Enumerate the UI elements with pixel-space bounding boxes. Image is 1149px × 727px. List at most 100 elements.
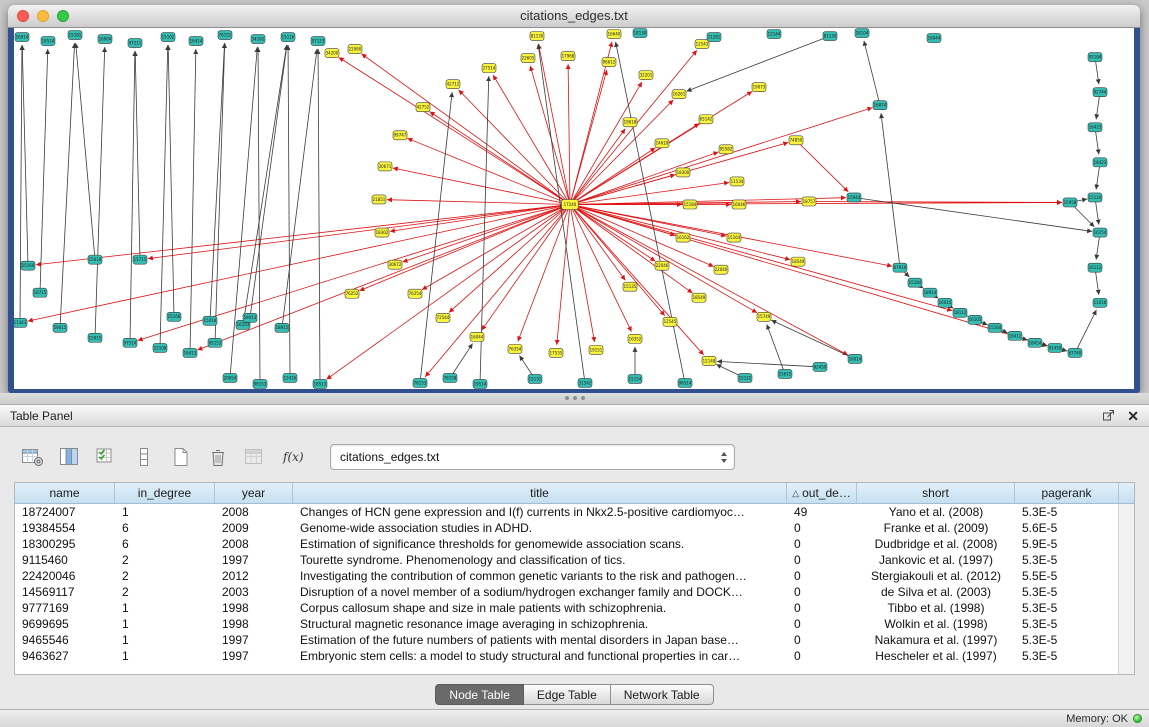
graph-node[interactable]: 16014	[848, 354, 862, 363]
graph-node[interactable]: 72544	[436, 313, 450, 322]
graph-node[interactable]: 15715	[133, 255, 147, 264]
graph-node[interactable]: 18915	[275, 323, 289, 332]
graph-node[interactable]: 16015	[938, 298, 952, 307]
graph-node[interactable]: 15164	[988, 323, 1002, 332]
table-scrollbar[interactable]	[1118, 504, 1134, 674]
graph-node[interactable]: 15184	[683, 200, 697, 209]
column-header-in_degree[interactable]: in_degree	[115, 483, 215, 503]
graph-node[interactable]: 15018	[203, 316, 217, 325]
graph-node[interactable]: 16413	[183, 348, 197, 357]
graph-node[interactable]: 96153	[253, 379, 267, 388]
network-canvas[interactable]: 1724016046151642204018549125451635219151…	[14, 28, 1134, 389]
graph-node[interactable]: 16261	[672, 90, 686, 99]
graph-node[interactable]: 16874	[873, 101, 887, 110]
graph-node[interactable]: 22046	[655, 261, 669, 270]
graph-node[interactable]: 42712	[446, 80, 460, 89]
graph-node[interactable]: 67919	[893, 263, 907, 272]
graph-node[interactable]: 12543	[695, 40, 709, 49]
graph-node[interactable]: 30671	[378, 162, 392, 171]
graph-node[interactable]: 20654	[223, 373, 237, 382]
graph-node[interactable]: 16640	[607, 30, 621, 39]
graph-node[interactable]: 15944	[847, 193, 861, 202]
new-table-button[interactable]	[166, 444, 196, 470]
graph-node[interactable]: 18513	[313, 379, 327, 388]
table-select-dropdown[interactable]: citations_edges.txt	[330, 444, 735, 470]
window-close-button[interactable]	[17, 10, 29, 22]
window-zoom-button[interactable]	[57, 10, 69, 22]
table-row[interactable]: 911546021997Tourette syndrome. Phenomeno…	[15, 552, 1119, 568]
graph-node[interactable]: 99747	[393, 131, 407, 140]
graph-node[interactable]: 16423	[1088, 123, 1102, 132]
table-row[interactable]: 1456911722003Disruption of a novel membe…	[15, 584, 1119, 600]
column-header-year[interactable]: year	[215, 483, 293, 503]
table-row[interactable]: 1830029562008Estimation of significance …	[15, 536, 1119, 552]
graph-node[interactable]: 12148	[702, 356, 716, 365]
graph-node[interactable]: 16046	[732, 200, 746, 209]
graph-node[interactable]: 15102	[161, 33, 175, 42]
graph-node[interactable]: 19618	[623, 118, 637, 127]
graph-node[interactable]: 76354	[508, 344, 522, 353]
graph-node[interactable]: 11534	[730, 177, 744, 186]
function-builder-button[interactable]: f(x)	[277, 444, 307, 470]
graph-node[interactable]: 18112	[953, 308, 967, 317]
graph-node[interactable]: 18302	[375, 228, 389, 237]
graph-node[interactable]: 15154	[628, 374, 642, 383]
graph-node[interactable]: 18130	[633, 29, 647, 38]
graph-node[interactable]: 25166	[167, 312, 181, 321]
graph-node[interactable]: 16044	[927, 34, 941, 43]
graph-node[interactable]: 76151	[218, 31, 232, 40]
graph-node[interactable]: 76252	[345, 289, 359, 298]
graph-node[interactable]: 97514	[123, 338, 137, 347]
graph-node[interactable]: 59013	[243, 313, 257, 322]
graph-node[interactable]: 18914	[923, 288, 937, 297]
close-panel-icon[interactable]: ✕	[1127, 409, 1139, 423]
graph-node[interactable]: 25160	[21, 261, 35, 270]
graph-node[interactable]: 76158	[443, 373, 457, 382]
graph-node[interactable]: 22040	[714, 265, 728, 274]
graph-node[interactable]: 16105	[968, 315, 982, 324]
table-row[interactable]: 946554611997Estimation of the future num…	[15, 632, 1119, 648]
graph-node[interactable]: 81130	[823, 32, 837, 41]
graph-node[interactable]: 15122	[738, 373, 752, 382]
graph-node[interactable]: 17968	[561, 52, 575, 61]
graph-node[interactable]: 18514	[41, 37, 55, 46]
graph-node[interactable]: 12416	[283, 373, 297, 382]
graph-node[interactable]: 65142	[699, 115, 713, 124]
graph-node[interactable]: 16412	[1008, 331, 1022, 340]
graph-node[interactable]: 21281	[707, 33, 721, 42]
graph-node[interactable]: 59015	[53, 323, 67, 332]
tab-node-table[interactable]: Node Table	[435, 684, 524, 705]
graph-node[interactable]: 31542	[578, 378, 592, 387]
graph-node[interactable]: 74850	[789, 136, 803, 145]
show-columns-button[interactable]	[55, 444, 85, 470]
graph-node[interactable]: 15184	[908, 278, 922, 287]
column-header-name[interactable]: name	[15, 483, 115, 503]
graph-node[interactable]: 92450	[1048, 343, 1062, 352]
graph-node[interactable]: 95582	[719, 145, 733, 154]
graph-node[interactable]: 15181	[68, 31, 82, 40]
graph-node[interactable]: 18549	[791, 257, 805, 266]
graph-node[interactable]: 18300	[676, 168, 690, 177]
table-row[interactable]: 2242004622012Investigating the contribut…	[15, 568, 1119, 584]
graph-node[interactable]: 18423	[1093, 158, 1107, 167]
column-header-short[interactable]: short	[857, 483, 1015, 503]
graph-node[interactable]: 57123	[311, 37, 325, 46]
graph-node[interactable]: 12144	[767, 30, 781, 39]
table-row[interactable]: 969969511998Structural magnetic resonanc…	[15, 616, 1119, 632]
window-minimize-button[interactable]	[37, 10, 49, 22]
table-row[interactable]: 977716911998Corpus callosum shape and si…	[15, 600, 1119, 616]
graph-node[interactable]: 42752	[416, 103, 430, 112]
graph-node[interactable]: 15131	[528, 374, 542, 383]
graph-node[interactable]: 19073	[752, 83, 766, 92]
graph-node[interactable]: 27514	[482, 64, 496, 73]
graph-node[interactable]: 15116	[281, 33, 295, 42]
graph-node[interactable]: 92450	[813, 362, 827, 371]
column-header-out_degree[interactable]: △out_de…	[787, 483, 857, 503]
tab-network-table[interactable]: Network Table	[611, 684, 714, 705]
graph-node[interactable]: 12545	[663, 317, 677, 326]
table-row[interactable]: 946362711997Embryonic stem cells: a mode…	[15, 648, 1119, 664]
graph-node[interactable]: 34162	[251, 35, 265, 44]
graph-node[interactable]: 18104	[855, 29, 869, 38]
panel-divider[interactable]	[0, 393, 1149, 404]
window-titlebar[interactable]: citations_edges.txt	[8, 5, 1140, 28]
